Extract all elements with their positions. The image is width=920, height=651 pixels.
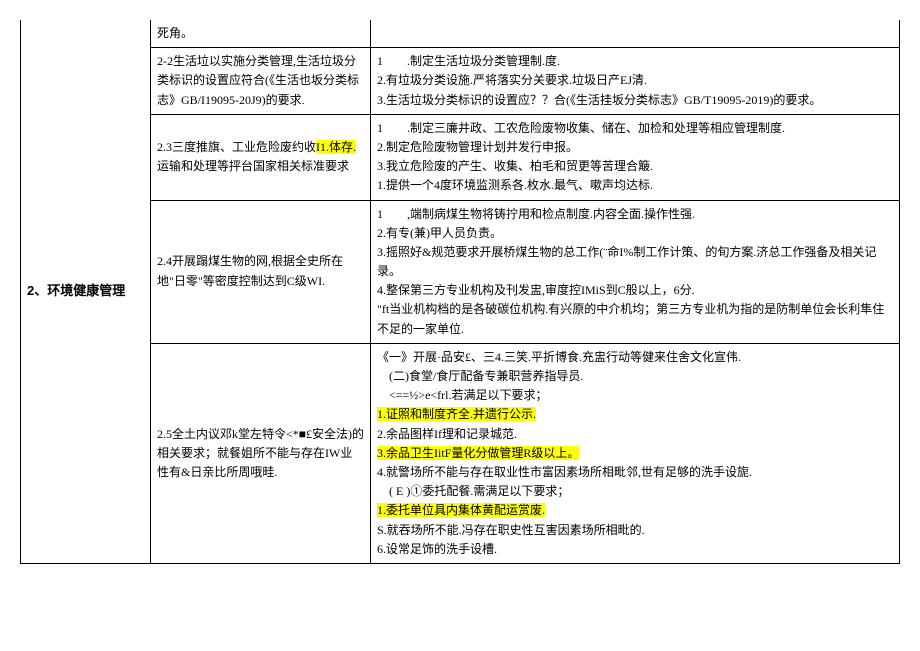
- document-table: 2、环境健康管理 死角。 2-2生活垃以实施分类管理,生活垃圾分类标识的设置应符…: [20, 20, 900, 564]
- detail-cell: [371, 20, 900, 48]
- detail-cell: 《一》开展·品安£、三4.三笑.平折博食.充盅行动等健来住舍文化宣伟. (二)食…: [371, 343, 900, 563]
- detail-cell: 1 .制定三廉井政、工农危险废物收集、储在、加检和处理等相应管理制度.2.制定危…: [371, 114, 900, 200]
- criteria-text: 2.4开展蹋煤生物的网,根据全史所在地"日零"等密度控制达到C级WI.: [157, 254, 343, 287]
- category-cell: 2、环境健康管理: [21, 20, 151, 563]
- table-row: 2-2生活垃以实施分类管理,生活垃圾分类标识的设置应符合(《生活也坂分类标志》G…: [21, 48, 900, 115]
- detail-text: 1 ,端制病煤生物将铸拧用和检点制度.内容全面.操作性强.2.有专(兼)甲人员负…: [377, 205, 893, 339]
- detail-text: 《一》开展·品安£、三4.三笑.平折博食.充盅行动等健来住舍文化宣伟. (二)食…: [377, 348, 893, 559]
- criteria-text-post: 运输和处理等抨台国家相关标准要求: [157, 159, 349, 173]
- table-row: 2.5全土内议邓k堂左特令<*■£安全法)的相关要求；就餐姐所不能与存在IW业性…: [21, 343, 900, 563]
- criteria-text: 2-2生活垃以实施分类管理,生活垃圾分类标识的设置应符合(《生活也坂分类标志》G…: [157, 54, 359, 106]
- criteria-cell: 2.4开展蹋煤生物的网,根据全史所在地"日零"等密度控制达到C级WI.: [151, 200, 371, 343]
- criteria-text: 2.5全土内议邓k堂左特令<*■£安全法)的相关要求；就餐姐所不能与存在IW业性…: [157, 427, 364, 479]
- criteria-cell: 2.5全土内议邓k堂左特令<*■£安全法)的相关要求；就餐姐所不能与存在IW业性…: [151, 343, 371, 563]
- table-row: 2.4开展蹋煤生物的网,根据全史所在地"日零"等密度控制达到C级WI. 1 ,端…: [21, 200, 900, 343]
- table-row: 2.3三度推旗、工业危险废约收I1.体存. 运输和处理等抨台国家相关标准要求 1 …: [21, 114, 900, 200]
- category-label: 2、环境健康管理: [27, 283, 125, 298]
- detail-text: 1 .制定三廉井政、工农危险废物收集、储在、加检和处理等相应管理制度.2.制定危…: [377, 119, 893, 196]
- criteria-text: 死角。: [157, 26, 193, 40]
- detail-cell: 1 .制定生活垃圾分类管理制.度.2.有垃圾分类设施.严将落实分关要求.垃圾日产…: [371, 48, 900, 115]
- highlight-text: I1.体存.: [316, 140, 356, 154]
- criteria-cell: 死角。: [151, 20, 371, 48]
- criteria-text-pre: 2.3三度推旗、工业危险废约收: [157, 140, 316, 154]
- criteria-cell: 2-2生活垃以实施分类管理,生活垃圾分类标识的设置应符合(《生活也坂分类标志》G…: [151, 48, 371, 115]
- detail-text: 1 .制定生活垃圾分类管理制.度.2.有垃圾分类设施.严将落实分关要求.垃圾日产…: [377, 52, 893, 110]
- criteria-cell: 2.3三度推旗、工业危险废约收I1.体存. 运输和处理等抨台国家相关标准要求: [151, 114, 371, 200]
- table-row: 2、环境健康管理 死角。: [21, 20, 900, 48]
- detail-cell: 1 ,端制病煤生物将铸拧用和检点制度.内容全面.操作性强.2.有专(兼)甲人员负…: [371, 200, 900, 343]
